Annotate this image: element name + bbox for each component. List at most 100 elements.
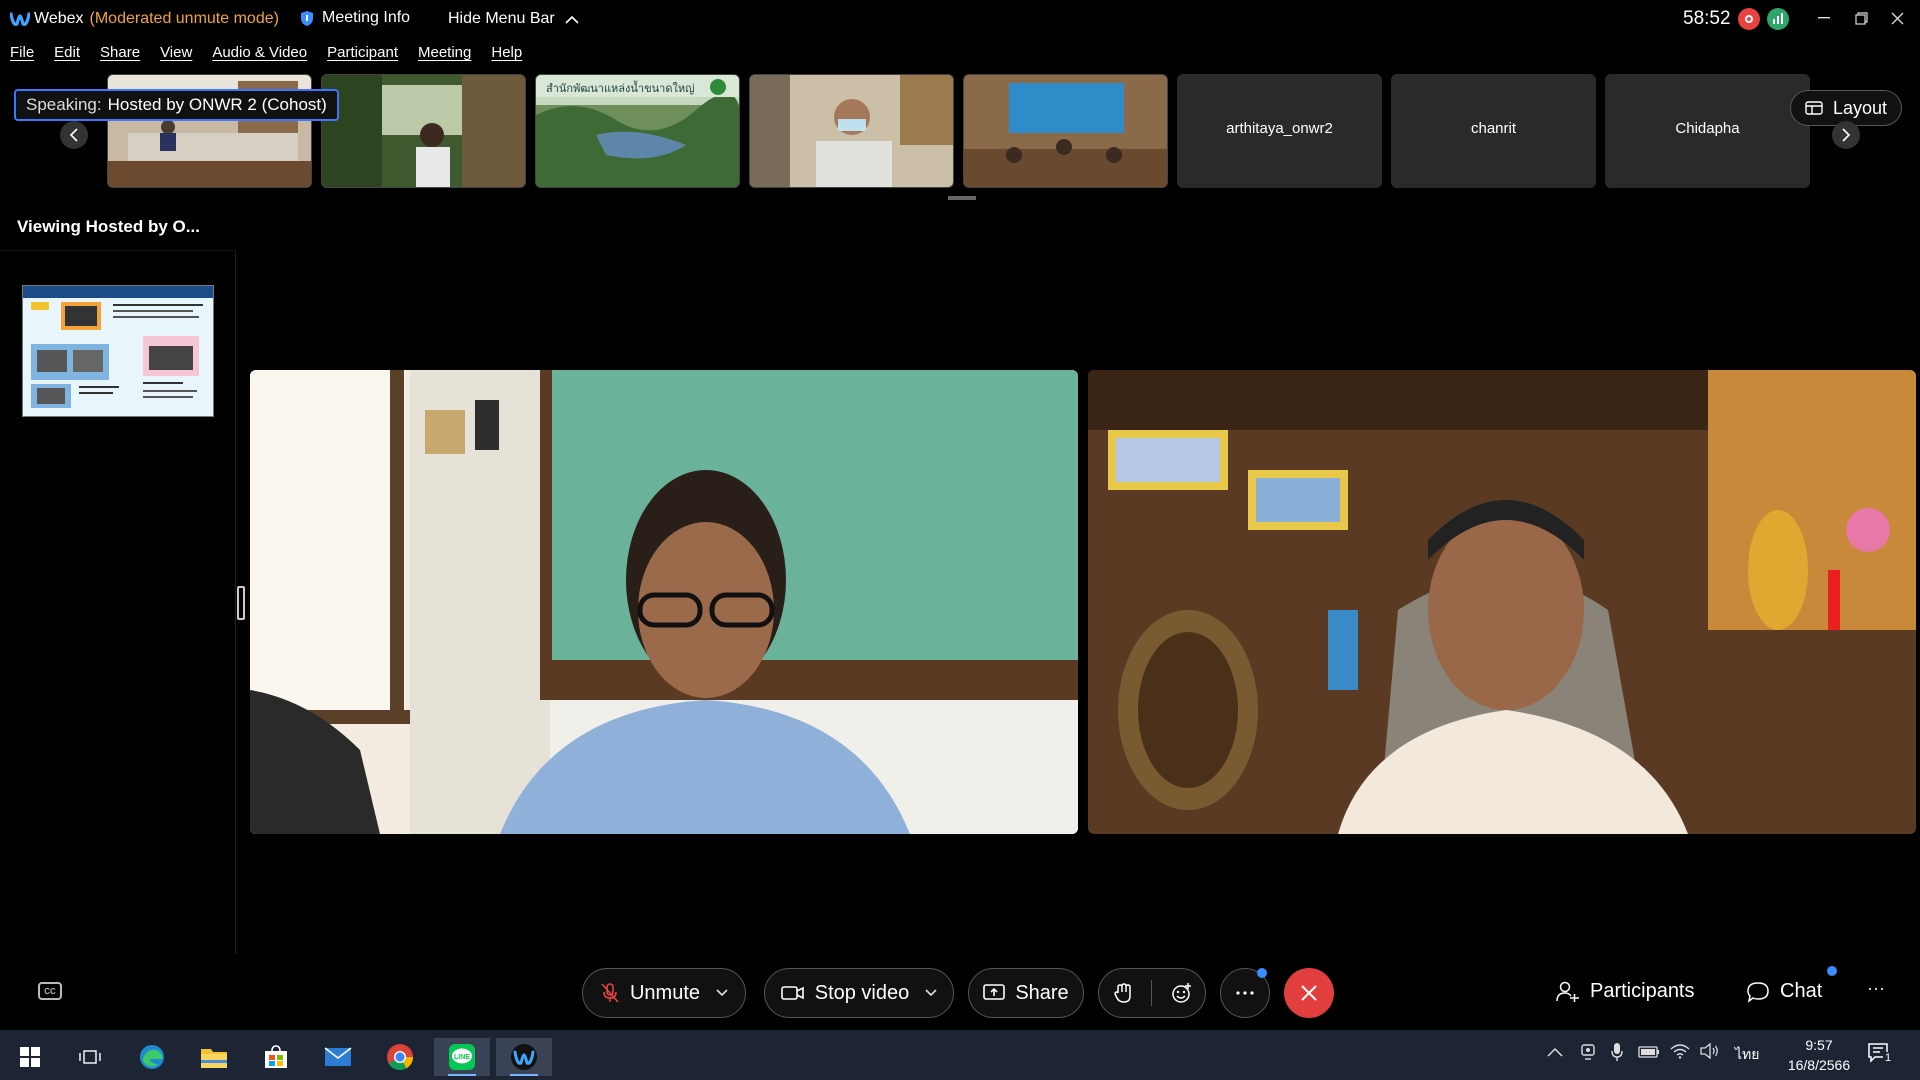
taskbar-mail[interactable] (310, 1038, 366, 1076)
speaking-label: Speaking: (26, 95, 102, 114)
menu-edit[interactable]: Edit (44, 44, 90, 68)
hide-menu-bar-button[interactable]: Hide Menu Bar (448, 10, 579, 28)
edge-browser-icon (140, 1045, 164, 1069)
restore-icon (1854, 11, 1868, 25)
meeting-mode: (Moderated unmute mode) (89, 10, 279, 27)
windows-logo-icon (20, 1047, 40, 1067)
recording-icon[interactable] (1738, 8, 1760, 30)
menu-bar: File Edit Share View Audio & Video Parti… (0, 44, 532, 68)
clock-time: 9:57 (1805, 1037, 1833, 1053)
minimize-button[interactable] (1809, 6, 1839, 30)
taskbar-webex[interactable] (496, 1038, 552, 1076)
app-title: Webex (Moderated unmute mode) (34, 10, 279, 28)
participant-name-tile[interactable]: chanrit (1391, 74, 1596, 188)
raise-hand-icon[interactable] (1113, 982, 1133, 1004)
input-language[interactable]: ไทย (1735, 1044, 1759, 1066)
webex-logo-icon (10, 12, 30, 26)
participant-video-tile[interactable] (963, 74, 1168, 188)
meeting-info-button[interactable]: Meeting Info (300, 9, 410, 27)
participants-button[interactable]: Participants (1556, 980, 1695, 1003)
menu-meeting[interactable]: Meeting (408, 44, 481, 68)
unmute-button[interactable]: Unmute (582, 968, 746, 1018)
taskbar-chrome[interactable] (372, 1038, 428, 1076)
windows-taskbar: LINE ไทย 1 (0, 1030, 1920, 1080)
meeting-timer: 58:52 (1683, 8, 1731, 29)
video-feed (1088, 370, 1916, 834)
chat-label: Chat (1780, 980, 1823, 1002)
share-button[interactable]: Share (968, 968, 1084, 1018)
chevron-up-icon (1547, 1047, 1563, 1057)
tray-overflow-button[interactable] (1547, 1044, 1563, 1062)
participants-icon (1556, 981, 1579, 1002)
participant-name: arthitaya_onwr2 (1226, 120, 1333, 137)
wifi-icon (1670, 1044, 1690, 1059)
video-feed (250, 370, 1078, 834)
meeting-info-label: Meeting Info (322, 9, 411, 26)
chat-button[interactable]: Chat (1746, 980, 1822, 1003)
shared-slide-thumbnail[interactable] (22, 285, 214, 417)
restore-button[interactable] (1846, 6, 1876, 30)
main-video-right[interactable] (1088, 370, 1916, 834)
notification-center-button[interactable]: 1 (1867, 1042, 1894, 1069)
filmstrip-resize-handle[interactable] (948, 196, 976, 200)
network-stats-icon[interactable] (1767, 8, 1789, 30)
tray-wifi[interactable] (1670, 1043, 1690, 1064)
close-icon (1891, 12, 1903, 24)
participant-video-tile[interactable] (321, 74, 526, 188)
microphone-icon (1611, 1043, 1623, 1061)
minimize-icon (1818, 17, 1830, 19)
clock-date: 16/8/2566 (1787, 1057, 1851, 1073)
video-feed (750, 75, 953, 187)
participant-name-tile[interactable]: Chidapha (1605, 74, 1810, 188)
chevron-down-icon[interactable] (716, 989, 728, 997)
menu-help[interactable]: Help (481, 44, 532, 68)
speaker-icon (1700, 1042, 1718, 1060)
leave-meeting-button[interactable] (1284, 968, 1334, 1018)
slide-preview (23, 286, 213, 416)
taskbar-line[interactable]: LINE (434, 1038, 490, 1076)
main-video-left[interactable] (250, 370, 1078, 834)
close-window-button[interactable] (1882, 6, 1912, 30)
taskbar-store[interactable] (248, 1038, 304, 1076)
emoji-reaction-icon[interactable] (1170, 982, 1192, 1004)
filmstrip-prev-button[interactable] (60, 121, 88, 149)
menu-file[interactable]: File (0, 44, 44, 68)
notification-count: 1 (1883, 1052, 1894, 1064)
more-menu-button[interactable] (1868, 978, 1884, 996)
tray-battery[interactable] (1638, 1045, 1660, 1063)
taskbar-edge[interactable] (124, 1038, 180, 1076)
chat-notification-dot (1827, 966, 1837, 976)
battery-icon (1638, 1046, 1659, 1058)
chevron-left-icon (69, 128, 78, 142)
participant-name-tile[interactable]: arthitaya_onwr2 (1177, 74, 1382, 188)
viewing-label: Viewing Hosted by O... (17, 217, 200, 236)
task-view-button[interactable] (62, 1038, 118, 1076)
closed-captions-button[interactable]: CC (38, 982, 62, 1000)
more-icon (1868, 987, 1884, 991)
filmstrip-next-button[interactable] (1832, 121, 1860, 149)
chevron-down-icon[interactable] (925, 989, 937, 997)
notification-dot (1257, 968, 1267, 978)
task-view-icon (79, 1050, 101, 1064)
video-camera-icon (780, 986, 804, 1000)
participant-video-tile[interactable]: สำนักพัฒนาแหล่งน้ำขนาดใหญ่ (535, 74, 740, 188)
tray-camera[interactable] (1580, 1043, 1596, 1066)
tray-volume[interactable] (1700, 1042, 1720, 1064)
taskbar-file-explorer[interactable] (186, 1038, 242, 1076)
app-name: Webex (34, 10, 84, 27)
menu-share[interactable]: Share (90, 44, 150, 68)
menu-audio-video[interactable]: Audio & Video (202, 44, 317, 68)
webex-app-icon (511, 1044, 537, 1070)
stop-video-button[interactable]: Stop video (764, 968, 954, 1018)
taskbar-clock[interactable]: 9:57 16/8/2566 (1774, 1035, 1864, 1075)
start-button[interactable] (2, 1038, 58, 1076)
shield-icon (301, 10, 313, 26)
share-screen-icon (983, 984, 1006, 1000)
participants-label: Participants (1590, 980, 1695, 1002)
hide-menu-bar-label: Hide Menu Bar (448, 10, 555, 27)
tray-microphone[interactable] (1611, 1042, 1623, 1067)
menu-view[interactable]: View (150, 44, 202, 68)
panel-splitter[interactable] (237, 586, 245, 620)
participant-video-tile[interactable] (749, 74, 954, 188)
menu-participant[interactable]: Participant (317, 44, 408, 68)
